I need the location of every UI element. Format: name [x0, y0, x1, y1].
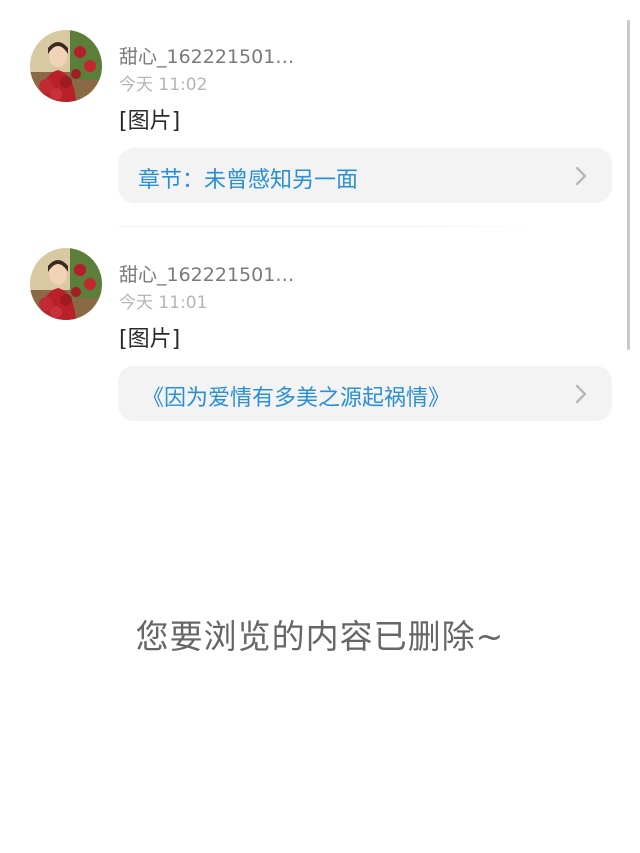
- post-text[interactable]: [图片]: [119, 103, 180, 135]
- book-link-card[interactable]: 《因为爱情有多美之源起祸情》: [118, 366, 612, 421]
- timestamp: 今天 11:01: [119, 293, 208, 313]
- avatar[interactable]: [30, 248, 102, 320]
- link-card-label: 章节：未曾感知另一面: [138, 168, 359, 193]
- chapter-link-card[interactable]: 章节：未曾感知另一面: [118, 148, 612, 203]
- timestamp: 今天 11:02: [119, 75, 208, 95]
- username[interactable]: 甜心_162221501…: [119, 260, 294, 287]
- avatar[interactable]: [30, 30, 102, 102]
- chevron-right-icon: [575, 166, 587, 186]
- content-deleted-notice: 您要浏览的内容已删除~: [135, 617, 505, 656]
- chevron-right-icon: [575, 384, 587, 404]
- divider: [119, 226, 539, 227]
- username[interactable]: 甜心_162221501…: [119, 42, 294, 69]
- link-card-label: 《因为爱情有多美之源起祸情》: [142, 386, 451, 411]
- avatar-photo: [30, 30, 102, 102]
- avatar-photo: [30, 248, 102, 320]
- post-text[interactable]: [图片]: [119, 321, 180, 353]
- page: 甜心_162221501… 今天 11:02 [图片] 章节：未曾感知另一面 甜…: [0, 0, 640, 853]
- scrollbar[interactable]: [627, 20, 630, 350]
